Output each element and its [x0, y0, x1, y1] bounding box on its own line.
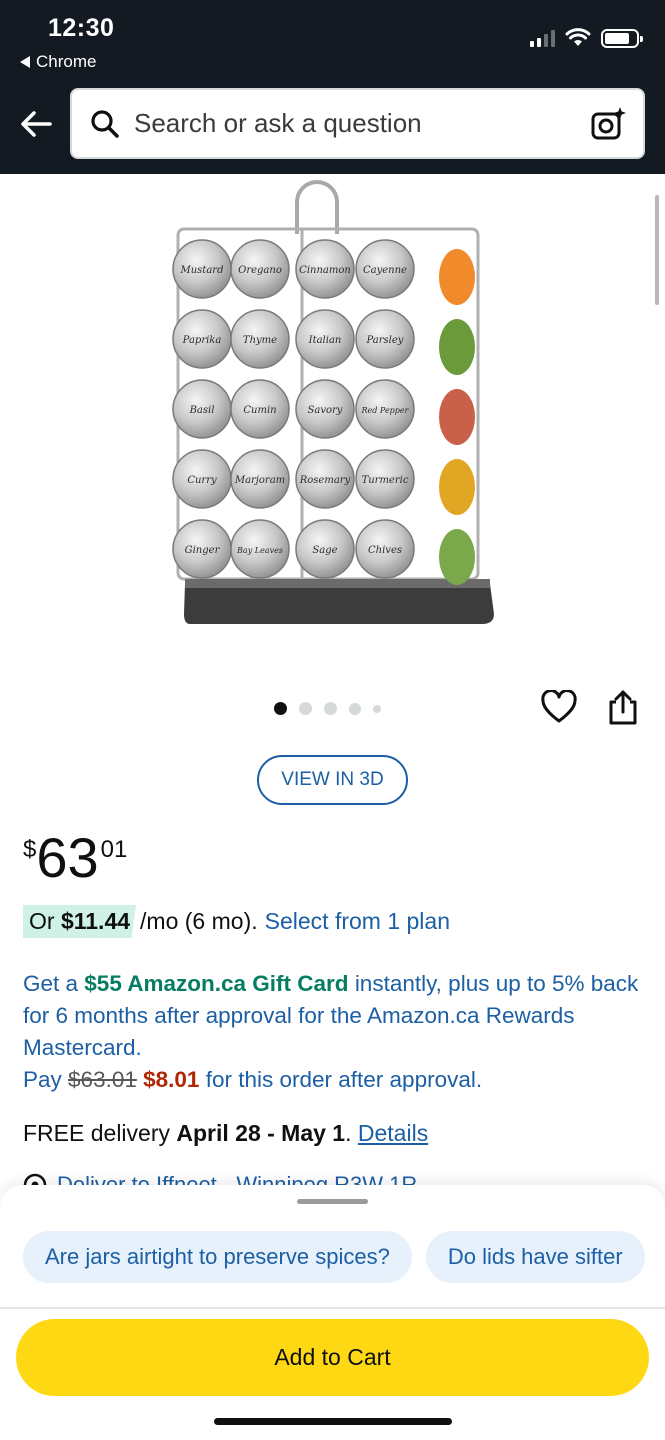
camera-search-icon[interactable]: [589, 105, 627, 143]
price-whole: 63: [36, 826, 99, 889]
promo-text-1: Get a: [23, 971, 79, 996]
wifi-icon: [565, 28, 591, 46]
heart-icon[interactable]: [541, 690, 577, 724]
spice-label: Italian: [308, 335, 342, 346]
image-carousel-dots[interactable]: [274, 702, 381, 715]
carousel-dot[interactable]: [349, 702, 361, 715]
divider: [0, 1307, 665, 1309]
spice-label: Cayenne: [363, 265, 407, 276]
cellular-signal-icon: [530, 29, 555, 47]
battery-icon: [601, 28, 643, 48]
gift-card-amount: $55 Amazon.ca Gift Card: [84, 971, 349, 996]
spice-label: Savory: [308, 405, 343, 416]
old-price: $63.01: [68, 1067, 137, 1092]
spice-label: Cinnamon: [299, 265, 351, 276]
delivery-details-link[interactable]: Details: [358, 1120, 428, 1146]
status-icons: [530, 28, 643, 48]
pay-label: Pay: [23, 1067, 62, 1092]
search-icon: [91, 109, 119, 138]
spice-label: Curry: [187, 475, 217, 486]
spice-label: Oregano: [238, 265, 282, 276]
product-price: $ 63 01: [23, 828, 127, 888]
status-time: 12:30: [48, 14, 115, 42]
spice-label: Ginger: [185, 545, 221, 556]
spice-label: Basil: [189, 405, 215, 416]
home-indicator: [214, 1418, 452, 1425]
carousel-dot[interactable]: [299, 702, 312, 715]
delivery-period: .: [345, 1120, 352, 1146]
back-arrow-icon[interactable]: [18, 106, 54, 142]
sheet-drag-handle[interactable]: [297, 1199, 368, 1204]
bottom-sheet: Are jars airtight to preserve spices? Do…: [0, 1185, 665, 1440]
delivery-prefix: FREE delivery: [23, 1120, 170, 1146]
spice-label: Bay Leaves: [236, 546, 283, 555]
question-chip[interactable]: Do lids have sifter: [425, 1231, 645, 1283]
promo-text-3: for this order after approval.: [205, 1067, 483, 1092]
price-symbol: $: [23, 836, 37, 863]
product-image-spice-rack[interactable]: Mustard Oregano Cinnamon Cayenne Paprika Thym…: [160, 174, 505, 644]
back-app-label: Chrome: [36, 52, 97, 71]
carousel-dot[interactable]: [373, 704, 381, 713]
add-to-cart-button[interactable]: Add to Cart: [16, 1319, 649, 1396]
spice-label: Parsley: [366, 335, 404, 346]
search-input[interactable]: Search or ask a question: [134, 108, 589, 139]
spice-label: Turmeric: [362, 475, 409, 486]
spice-label: Red Pepper: [361, 406, 410, 415]
share-icon[interactable]: [606, 688, 640, 726]
monthly-prefix: Or: [29, 908, 55, 934]
spice-label: Mustard: [180, 265, 224, 276]
monthly-payment-line: Or $11.44 /mo (6 mo). Select from 1 plan: [23, 905, 450, 938]
delivery-dates: April 28 - May 1: [176, 1120, 346, 1146]
question-chip[interactable]: Are jars airtight to preserve spices?: [23, 1231, 412, 1283]
delivery-info: FREE delivery April 28 - May 1. Details: [23, 1120, 428, 1147]
spice-label: Thyme: [243, 335, 277, 346]
monthly-highlight: Or $11.44: [23, 905, 137, 938]
spice-label: Paprika: [182, 335, 222, 346]
app-header: 12:30 Chrome Search or ask a question: [0, 0, 665, 174]
view-in-3d-button[interactable]: VIEW IN 3D: [257, 755, 408, 805]
search-bar[interactable]: Search or ask a question: [70, 88, 645, 159]
image-scrollbar[interactable]: [655, 195, 659, 305]
spice-label: Sage: [312, 545, 337, 556]
spice-lids-group: Mustard Oregano Cinnamon Cayenne Paprika Thym…: [172, 239, 415, 579]
back-to-app-link[interactable]: Chrome: [20, 52, 96, 72]
monthly-suffix: /mo (6 mo).: [140, 908, 258, 934]
spice-label: Rosemary: [299, 475, 351, 486]
credit-card-promo[interactable]: Get a $55 Amazon.ca Gift Card instantly,…: [23, 968, 648, 1096]
back-triangle-icon: [20, 56, 30, 68]
question-chips: Are jars airtight to preserve spices? Do…: [23, 1231, 645, 1283]
new-price: $8.01: [143, 1067, 200, 1092]
spice-label: Chives: [368, 545, 402, 556]
carousel-dot[interactable]: [274, 702, 287, 715]
carousel-dot[interactable]: [324, 702, 337, 715]
spice-label: Cumin: [243, 405, 276, 416]
price-fraction: 01: [100, 836, 128, 863]
spice-label: Marjoram: [234, 475, 285, 486]
select-plan-link[interactable]: Select from 1 plan: [265, 908, 450, 935]
monthly-amount: $11.44: [60, 908, 131, 934]
